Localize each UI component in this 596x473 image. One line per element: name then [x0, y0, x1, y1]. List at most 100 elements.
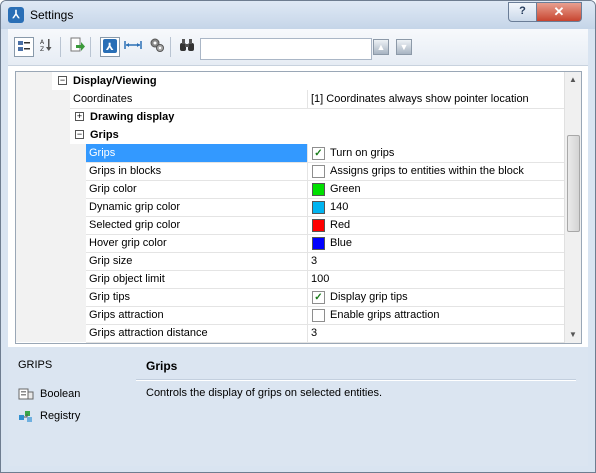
svg-text:⅄: ⅄	[106, 42, 114, 53]
row-margin	[16, 216, 86, 234]
property-row[interactable]: Grips attraction Enable grips attraction	[16, 306, 564, 325]
property-value: Blue	[330, 237, 353, 249]
svg-text:A: A	[40, 39, 45, 46]
export-icon[interactable]	[68, 37, 86, 55]
property-row[interactable]: Grips ✓ Turn on grips	[16, 144, 564, 163]
variable-name: GRIPS	[18, 359, 53, 371]
row-margin	[16, 72, 52, 90]
checkbox-unchecked-icon[interactable]	[312, 165, 325, 178]
property-name-cell: Dynamic grip color	[86, 198, 308, 217]
search-previous-button[interactable]: ▲	[373, 39, 389, 55]
window-title: Settings	[30, 8, 74, 22]
section-display-viewing[interactable]: − Display/Viewing	[16, 72, 564, 90]
property-name-cell: Grip object limit	[86, 270, 308, 289]
property-name: Grips in blocks	[89, 165, 162, 177]
property-name: Grip tips	[89, 291, 130, 303]
property-name-cell: Grips in blocks	[86, 162, 308, 181]
property-value-cell[interactable]: [1] Coordinates always show pointer loca…	[308, 90, 564, 109]
checkbox-checked-icon[interactable]: ✓	[312, 147, 325, 160]
dimension-icon[interactable]	[124, 37, 142, 55]
property-row[interactable]: Hover grip color Blue	[16, 234, 564, 253]
bricscad-settings-icon[interactable]: ⅄	[100, 37, 120, 57]
storage-label: Registry	[40, 410, 81, 422]
property-row[interactable]: Grip color Green	[16, 180, 564, 199]
search-input[interactable]	[200, 38, 372, 60]
close-button[interactable]: ✕	[536, 2, 582, 22]
property-value: Red	[330, 219, 351, 231]
row-margin	[16, 144, 86, 162]
color-swatch	[312, 237, 325, 250]
property-row[interactable]: Grip size 3	[16, 252, 564, 271]
property-value-cell[interactable]: Green	[308, 180, 564, 199]
property-row[interactable]: Grip object limit 100	[16, 270, 564, 289]
collapse-icon[interactable]: −	[58, 76, 67, 85]
property-name: Grip size	[89, 255, 133, 267]
property-name: Grip color	[89, 183, 137, 195]
help-button[interactable]: ?	[508, 2, 537, 22]
checkbox-checked-icon[interactable]: ✓	[312, 291, 325, 304]
property-value: Turn on grips	[330, 147, 395, 159]
property-row-coordinates[interactable]: Coordinates [1] Coordinates always show …	[16, 90, 564, 109]
property-value: Assigns grips to entities within the blo…	[330, 165, 524, 177]
property-row[interactable]: Grip tips ✓ Display grip tips	[16, 288, 564, 307]
section-grips[interactable]: − Grips	[16, 126, 564, 144]
expand-icon[interactable]: +	[75, 112, 84, 121]
section-label: Drawing display	[90, 111, 175, 123]
property-value-cell[interactable]: 100	[308, 270, 564, 289]
section-label: Display/Viewing	[73, 75, 157, 87]
property-value-cell[interactable]: Blue	[308, 234, 564, 253]
svg-text:Z: Z	[40, 46, 44, 53]
row-margin	[16, 90, 70, 108]
property-value-cell[interactable]: ✓ Turn on grips	[308, 144, 564, 163]
vertical-scrollbar[interactable]: ▲ ▼	[564, 72, 581, 343]
registry-icon	[18, 409, 34, 423]
checkbox-unchecked-icon[interactable]	[312, 309, 325, 322]
property-value-cell[interactable]: Enable grips attraction	[308, 306, 564, 325]
property-value-cell[interactable]: Assigns grips to entities within the blo…	[308, 162, 564, 181]
search-next-button[interactable]: ▼	[396, 39, 412, 55]
collapse-icon[interactable]: −	[75, 130, 84, 139]
row-margin	[16, 288, 86, 306]
color-swatch	[312, 201, 325, 214]
categorized-view-icon[interactable]	[14, 37, 34, 57]
property-value-cell[interactable]: 3	[308, 252, 564, 271]
property-value: 100	[311, 273, 330, 285]
property-row[interactable]: Selected grip color Red	[16, 216, 564, 235]
gears-icon[interactable]	[148, 37, 166, 55]
type-label: Boolean	[40, 388, 81, 400]
color-swatch	[312, 219, 325, 232]
property-value: Enable grips attraction	[330, 309, 440, 321]
property-value: [1] Coordinates always show pointer loca…	[311, 93, 529, 105]
property-name: Selected grip color	[89, 219, 181, 231]
property-row[interactable]: Dynamic grip color 140	[16, 198, 564, 217]
row-margin	[16, 252, 86, 270]
scroll-thumb[interactable]	[567, 135, 580, 232]
property-row[interactable]: Grips in blocks Assigns grips to entities…	[16, 162, 564, 181]
toolbar: AZ ⅄ ▲ ▼	[8, 29, 588, 66]
property-name: Grip object limit	[89, 273, 165, 285]
property-value-cell[interactable]: 3	[308, 324, 564, 343]
property-name-cell: Grips attraction distance	[86, 324, 308, 343]
property-value-cell[interactable]: Red	[308, 216, 564, 235]
description-divider	[136, 379, 576, 381]
section-drawing-display[interactable]: + Drawing display	[16, 108, 564, 126]
app-logo-icon: ⅄	[8, 7, 24, 23]
row-margin	[16, 270, 86, 288]
property-value: 3	[311, 255, 318, 267]
scroll-down-icon[interactable]: ▼	[565, 327, 581, 343]
property-value-cell[interactable]: ✓ Display grip tips	[308, 288, 564, 307]
property-name-cell: Grips	[86, 144, 308, 163]
row-margin	[16, 324, 86, 342]
row-margin	[16, 162, 86, 180]
scroll-up-icon[interactable]: ▲	[565, 72, 581, 88]
row-margin	[16, 180, 86, 198]
toolbar-separator	[170, 37, 171, 57]
info-panel: GRIPS Boolean Registry Grips Controls th…	[8, 347, 588, 466]
binoculars-icon[interactable]	[178, 37, 196, 55]
property-name: Grips attraction	[89, 309, 164, 321]
property-value-cell[interactable]: 140	[308, 198, 564, 217]
row-margin	[16, 198, 86, 216]
property-row[interactable]: Grips attraction distance 3	[16, 324, 564, 343]
alphabetical-sort-icon[interactable]: AZ	[38, 37, 56, 55]
property-value: 140	[330, 201, 349, 213]
